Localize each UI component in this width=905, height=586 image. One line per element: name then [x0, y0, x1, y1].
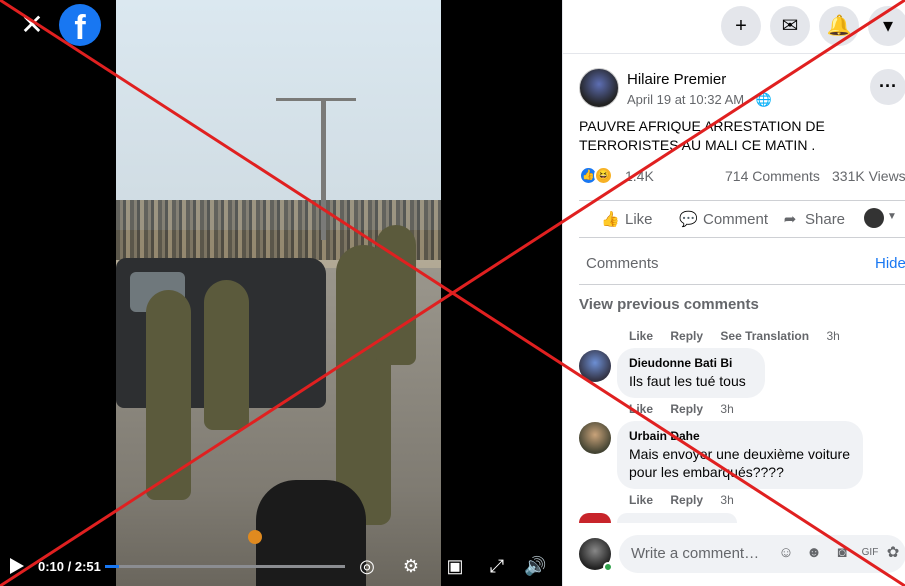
post-stats: 👍 😆 1.4K 714 Comments 331K Views: [579, 164, 905, 188]
hide-comments-link[interactable]: Hide: [875, 255, 905, 272]
settings-circle-icon[interactable]: ◎: [356, 555, 378, 577]
comment-like-link[interactable]: Like: [629, 493, 653, 507]
haha-reaction-icon: 😆: [594, 166, 613, 185]
comment-input[interactable]: Write a comment… ☺ ☻ ◙ GIF ✿: [619, 535, 905, 573]
post-actions: 👍 Like 💬 Comment ➦ Share ▼: [579, 200, 905, 238]
comment-reply-link[interactable]: Reply: [670, 402, 703, 416]
comment-bubble: [617, 513, 737, 523]
comment-text: Mais envoyer une deuxième voiture pour l…: [629, 446, 851, 480]
view-previous-comments-link[interactable]: View previous comments: [579, 296, 759, 313]
screenshot-root: ✕ f 0:10 / 2:51 ◎ ⚙ ▣ ⤢ 🔊 + ✉ 🔔 ▾ Hilair…: [0, 0, 905, 586]
commenter-name[interactable]: Dieudonne Bati Bi: [629, 356, 753, 370]
bell-icon[interactable]: 🔔: [819, 6, 859, 46]
see-translation-link[interactable]: See Translation: [720, 329, 809, 343]
thumbs-up-icon: 👍: [601, 211, 620, 228]
globe-icon: 🌐: [755, 92, 772, 107]
commenter-avatar[interactable]: [579, 513, 611, 523]
comment-actions: Like Reply 3h: [629, 493, 734, 507]
messenger-icon[interactable]: ✉: [770, 6, 810, 46]
post-panel: + ✉ 🔔 ▾ Hilaire Premier April 19 at 10:3…: [562, 0, 905, 586]
comments-count[interactable]: 714 Comments: [725, 168, 820, 184]
share-as-avatar[interactable]: [864, 208, 884, 228]
post-timestamp[interactable]: April 19 at 10:32 AM · 🌐: [627, 92, 772, 108]
author-name[interactable]: Hilaire Premier: [627, 71, 726, 88]
video-progress-bar[interactable]: [105, 565, 345, 568]
comment-reply-link[interactable]: Reply: [670, 329, 703, 343]
comments-header: Comments Hide: [579, 245, 905, 285]
video-controls: 0:10 / 2:51 ◎ ⚙ ▣ ⤢ 🔊: [0, 546, 562, 586]
reactions[interactable]: 👍 😆: [579, 166, 615, 186]
camera-icon[interactable]: ◙: [833, 544, 851, 562]
sticker-icon[interactable]: ✿: [884, 544, 902, 562]
caret-down-icon[interactable]: ▾: [868, 6, 905, 46]
online-status-icon: [603, 562, 613, 572]
emoji-icon[interactable]: ☻: [805, 544, 823, 562]
comment-like-link[interactable]: Like: [629, 402, 653, 416]
comment-time[interactable]: 3h: [720, 402, 733, 416]
reaction-count[interactable]: 1.4K: [625, 168, 654, 184]
views-count: 331K Views: [832, 168, 905, 184]
post-header: Hilaire Premier April 19 at 10:32 AM · 🌐: [579, 68, 899, 112]
facebook-logo-icon[interactable]: f: [59, 4, 101, 47]
commenter-name[interactable]: Urbain Dahe: [629, 429, 851, 443]
video-frame: [116, 0, 441, 586]
avatar-sticker-icon[interactable]: ☺: [777, 544, 795, 562]
top-bar: + ✉ 🔔 ▾: [563, 0, 905, 54]
comments-tab[interactable]: Comments: [586, 255, 659, 272]
volume-icon[interactable]: 🔊: [524, 555, 546, 577]
author-avatar[interactable]: [579, 68, 619, 108]
comment-bubble: Dieudonne Bati Bi Ils faut les tué tous: [617, 348, 765, 398]
like-button[interactable]: 👍 Like: [601, 210, 653, 228]
comment-reply-link[interactable]: Reply: [670, 493, 703, 507]
share-icon: ➦: [783, 211, 797, 228]
comment-time[interactable]: 3h: [826, 329, 839, 343]
video-player[interactable]: ✕ f 0:10 / 2:51 ◎ ⚙ ▣ ⤢ 🔊: [0, 0, 562, 586]
close-icon[interactable]: ✕: [18, 11, 46, 40]
share-button[interactable]: ➦ Share: [781, 210, 845, 228]
comment-text: Ils faut les tué tous: [629, 373, 746, 389]
play-icon[interactable]: [10, 558, 24, 574]
comment-actions: Like Reply See Translation 3h: [629, 329, 840, 343]
comment-like-link[interactable]: Like: [629, 329, 653, 343]
comment-time[interactable]: 3h: [720, 493, 733, 507]
gif-icon[interactable]: GIF: [861, 544, 879, 562]
picture-in-picture-icon[interactable]: ▣: [444, 555, 466, 577]
comment-bubble: Urbain Dahe Mais envoyer une deuxième vo…: [617, 421, 863, 489]
video-time: 0:10 / 2:51: [38, 559, 101, 574]
comment-input-placeholder: Write a comment…: [631, 545, 760, 562]
more-options-button[interactable]: ···: [870, 69, 905, 105]
fullscreen-icon[interactable]: ⤢: [486, 555, 508, 577]
plus-icon[interactable]: +: [721, 6, 761, 46]
chevron-down-icon[interactable]: ▼: [887, 211, 897, 222]
comment-actions: Like Reply 3h: [629, 402, 734, 416]
comment-icon: 💬: [679, 211, 698, 228]
comment-composer: Write a comment… ☺ ☻ ◙ GIF ✿: [579, 535, 905, 575]
gear-icon[interactable]: ⚙: [400, 555, 422, 577]
post-text: PAUVRE AFRIQUE ARRESTATION DE TERRORISTE…: [579, 118, 825, 153]
commenter-avatar[interactable]: [579, 422, 611, 454]
video-progress-fill: [105, 565, 119, 568]
comment-button[interactable]: 💬 Comment: [679, 210, 768, 228]
commenter-avatar[interactable]: [579, 350, 611, 382]
